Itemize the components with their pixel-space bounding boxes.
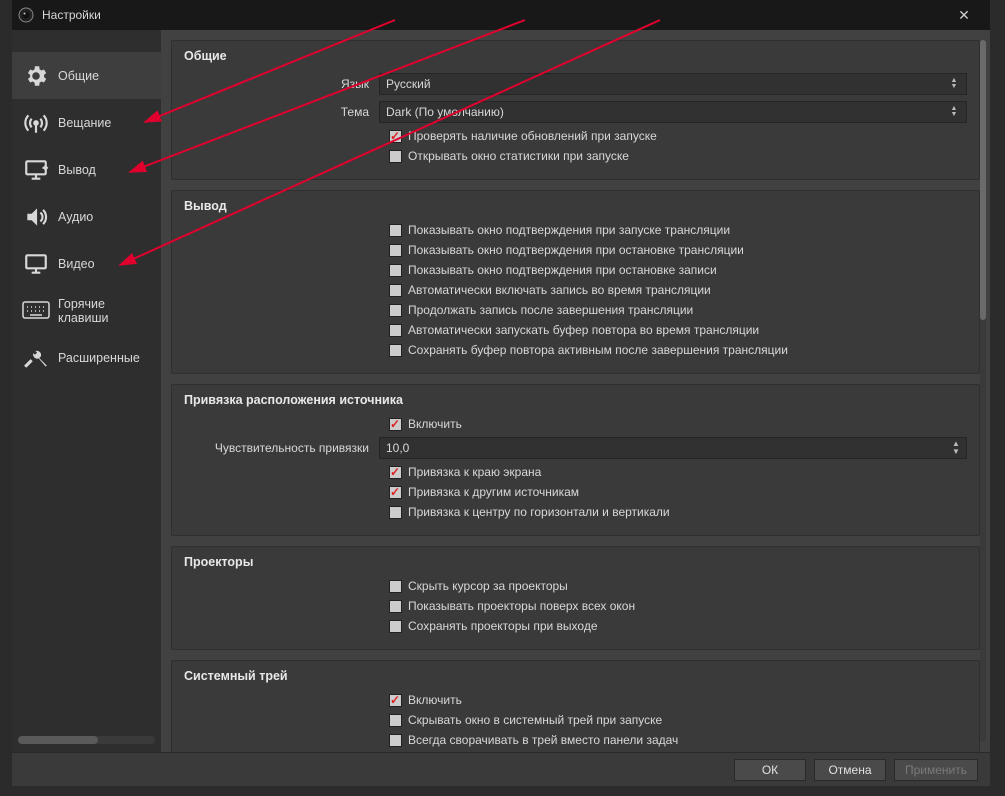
checkbox[interactable] bbox=[389, 600, 402, 613]
language-label: Язык bbox=[184, 77, 379, 91]
output-c5[interactable]: Продолжать запись после завершения транс… bbox=[389, 303, 967, 317]
sidebar-item-general[interactable]: Общие bbox=[12, 52, 161, 99]
antenna-icon bbox=[22, 109, 50, 137]
chevron-updown-icon: ▲▼ bbox=[946, 102, 962, 122]
checkbox[interactable] bbox=[389, 734, 402, 747]
snap-edge[interactable]: Привязка к краю экрана bbox=[389, 465, 967, 479]
close-button[interactable]: ✕ bbox=[944, 7, 984, 24]
monitor-icon bbox=[22, 250, 50, 278]
checkbox[interactable] bbox=[389, 506, 402, 519]
proj-c1[interactable]: Скрыть курсор за проекторы bbox=[389, 579, 967, 593]
sidebar-item-video[interactable]: Видео bbox=[12, 240, 161, 287]
language-combo[interactable]: Русский ▲▼ bbox=[379, 73, 967, 95]
proj-c2[interactable]: Показывать проекторы поверх всех окон bbox=[389, 599, 967, 613]
output-c4[interactable]: Автоматически включать запись во время т… bbox=[389, 283, 967, 297]
group-output: Вывод Показывать окно подтверждения при … bbox=[171, 190, 980, 374]
sidebar-item-stream[interactable]: Вещание bbox=[12, 99, 161, 146]
output-icon bbox=[22, 156, 50, 184]
open-stats-label: Открывать окно статистики при запуске bbox=[408, 149, 629, 163]
checkbox[interactable] bbox=[389, 324, 402, 337]
theme-label: Тема bbox=[184, 105, 379, 119]
check-updates-row[interactable]: Проверять наличие обновлений при запуске bbox=[389, 129, 967, 143]
snap-sens-spinner[interactable]: 10,0 ▲▼ bbox=[379, 437, 967, 459]
checkbox[interactable] bbox=[389, 714, 402, 727]
checkbox[interactable] bbox=[389, 694, 402, 707]
checkbox[interactable] bbox=[389, 344, 402, 357]
sidebar-item-output[interactable]: Вывод bbox=[12, 146, 161, 193]
sidebar-item-label: Вещание bbox=[58, 116, 111, 130]
app-icon bbox=[18, 7, 34, 23]
snap-enable[interactable]: Включить bbox=[389, 417, 967, 431]
spinner-arrows-icon[interactable]: ▲▼ bbox=[948, 438, 964, 458]
output-c7[interactable]: Сохранять буфер повтора активным после з… bbox=[389, 343, 967, 357]
proj-c3[interactable]: Сохранять проекторы при выходе bbox=[389, 619, 967, 633]
sidebar-item-label: Общие bbox=[58, 69, 99, 83]
group-general: Общие Язык Русский ▲▼ Тема Dark (По умо bbox=[171, 40, 980, 180]
group-tray: Системный трей Включить Скрывать окно в … bbox=[171, 660, 980, 752]
sidebar-item-hotkeys[interactable]: Горячие клавиши bbox=[12, 287, 161, 334]
footer: ОК Отмена Применить bbox=[12, 752, 990, 786]
sidebar-item-label: Вывод bbox=[58, 163, 96, 177]
sidebar-item-label: Видео bbox=[58, 257, 95, 271]
theme-value: Dark (По умолчанию) bbox=[386, 105, 504, 119]
cancel-button[interactable]: Отмена bbox=[814, 759, 886, 781]
snap-other[interactable]: Привязка к другим источникам bbox=[389, 485, 967, 499]
snap-sens-value: 10,0 bbox=[386, 441, 409, 455]
output-c3[interactable]: Показывать окно подтверждения при остано… bbox=[389, 263, 967, 277]
sidebar-item-label: Аудио bbox=[58, 210, 93, 224]
checkbox[interactable] bbox=[389, 150, 402, 163]
language-value: Русский bbox=[386, 77, 431, 91]
group-snap: Привязка расположения источника Включить… bbox=[171, 384, 980, 536]
group-title: Общие bbox=[184, 49, 967, 63]
checkbox[interactable] bbox=[389, 466, 402, 479]
tray-enable[interactable]: Включить bbox=[389, 693, 967, 707]
group-title: Системный трей bbox=[184, 669, 967, 683]
checkbox[interactable] bbox=[389, 580, 402, 593]
checkbox[interactable] bbox=[389, 284, 402, 297]
checkbox[interactable] bbox=[389, 130, 402, 143]
checkbox[interactable] bbox=[389, 418, 402, 431]
window-title: Настройки bbox=[42, 8, 101, 22]
open-stats-row[interactable]: Открывать окно статистики при запуске bbox=[389, 149, 967, 163]
checkbox[interactable] bbox=[389, 224, 402, 237]
apply-button[interactable]: Применить bbox=[894, 759, 978, 781]
titlebar: Настройки ✕ bbox=[12, 0, 990, 30]
ok-button[interactable]: ОК bbox=[734, 759, 806, 781]
checkbox[interactable] bbox=[389, 304, 402, 317]
output-c1[interactable]: Показывать окно подтверждения при запуск… bbox=[389, 223, 967, 237]
gear-icon bbox=[22, 62, 50, 90]
checkbox[interactable] bbox=[389, 486, 402, 499]
group-title: Вывод bbox=[184, 199, 967, 213]
group-projectors: Проекторы Скрыть курсор за проекторы Пок… bbox=[171, 546, 980, 650]
group-title: Привязка расположения источника bbox=[184, 393, 967, 407]
main-panel: Общие Язык Русский ▲▼ Тема Dark (По умо bbox=[161, 30, 990, 752]
group-title: Проекторы bbox=[184, 555, 967, 569]
checkbox[interactable] bbox=[389, 620, 402, 633]
tray-c1[interactable]: Скрывать окно в системный трей при запус… bbox=[389, 713, 967, 727]
theme-combo[interactable]: Dark (По умолчанию) ▲▼ bbox=[379, 101, 967, 123]
tools-icon bbox=[22, 344, 50, 372]
check-updates-label: Проверять наличие обновлений при запуске bbox=[408, 129, 657, 143]
tray-c2[interactable]: Всегда сворачивать в трей вместо панели … bbox=[389, 733, 967, 747]
sidebar-item-audio[interactable]: Аудио bbox=[12, 193, 161, 240]
snap-center[interactable]: Привязка к центру по горизонтали и верти… bbox=[389, 505, 967, 519]
keyboard-icon bbox=[22, 297, 50, 325]
snap-sens-label: Чувствительность привязки bbox=[184, 441, 379, 455]
checkbox[interactable] bbox=[389, 264, 402, 277]
sidebar: Общие Вещание Вывод Аудио Видео Горячие … bbox=[12, 30, 161, 752]
main-scrollbar[interactable] bbox=[980, 40, 986, 742]
checkbox[interactable] bbox=[389, 244, 402, 257]
output-c6[interactable]: Автоматически запускать буфер повтора во… bbox=[389, 323, 967, 337]
output-c2[interactable]: Показывать окно подтверждения при остано… bbox=[389, 243, 967, 257]
chevron-updown-icon: ▲▼ bbox=[946, 74, 962, 94]
sidebar-item-label: Горячие клавиши bbox=[58, 297, 153, 325]
sidebar-item-advanced[interactable]: Расширенные bbox=[12, 334, 161, 381]
sidebar-item-label: Расширенные bbox=[58, 351, 140, 365]
sidebar-scrollbar[interactable] bbox=[18, 736, 155, 744]
speaker-icon bbox=[22, 203, 50, 231]
